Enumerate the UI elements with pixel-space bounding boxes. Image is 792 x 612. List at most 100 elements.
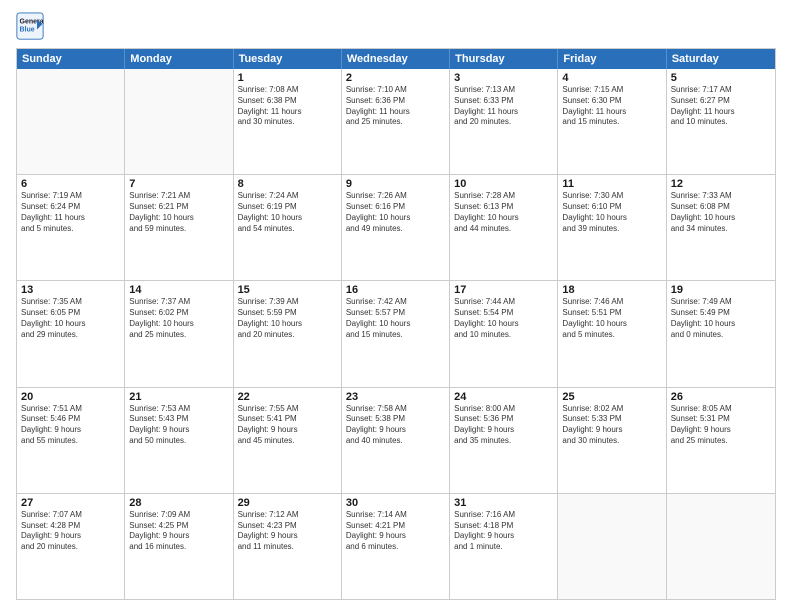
- cell-line: Daylight: 10 hours: [454, 319, 553, 330]
- cell-line: Daylight: 9 hours: [671, 425, 771, 436]
- cell-line: Sunset: 6:10 PM: [562, 202, 661, 213]
- calendar-cell: 23Sunrise: 7:58 AMSunset: 5:38 PMDayligh…: [342, 388, 450, 493]
- day-number: 25: [562, 391, 661, 403]
- calendar-cell: 24Sunrise: 8:00 AMSunset: 5:36 PMDayligh…: [450, 388, 558, 493]
- day-number: 3: [454, 72, 553, 84]
- cell-line: Sunrise: 7:37 AM: [129, 297, 228, 308]
- calendar-row: 20Sunrise: 7:51 AMSunset: 5:46 PMDayligh…: [17, 387, 775, 493]
- cell-line: Daylight: 11 hours: [346, 107, 445, 118]
- cell-line: Sunrise: 7:17 AM: [671, 85, 771, 96]
- cell-line: Daylight: 11 hours: [21, 213, 120, 224]
- day-number: 24: [454, 391, 553, 403]
- day-number: 16: [346, 284, 445, 296]
- day-number: 27: [21, 497, 120, 509]
- day-number: 1: [238, 72, 337, 84]
- cell-line: Sunrise: 7:07 AM: [21, 510, 120, 521]
- cell-line: and 59 minutes.: [129, 224, 228, 235]
- day-number: 8: [238, 178, 337, 190]
- cell-line: and 34 minutes.: [671, 224, 771, 235]
- cell-line: Sunset: 5:51 PM: [562, 308, 661, 319]
- cell-line: Sunset: 6:05 PM: [21, 308, 120, 319]
- header-day: Saturday: [667, 49, 775, 69]
- cell-line: and 29 minutes.: [21, 330, 120, 341]
- cell-line: and 15 minutes.: [562, 117, 661, 128]
- day-number: 28: [129, 497, 228, 509]
- cell-line: and 35 minutes.: [454, 436, 553, 447]
- day-number: 10: [454, 178, 553, 190]
- day-number: 17: [454, 284, 553, 296]
- calendar-cell: 30Sunrise: 7:14 AMSunset: 4:21 PMDayligh…: [342, 494, 450, 599]
- day-number: 21: [129, 391, 228, 403]
- cell-line: Sunset: 6:13 PM: [454, 202, 553, 213]
- cell-line: and 16 minutes.: [129, 542, 228, 553]
- cell-line: Sunset: 5:59 PM: [238, 308, 337, 319]
- calendar-cell: 16Sunrise: 7:42 AMSunset: 5:57 PMDayligh…: [342, 281, 450, 386]
- cell-line: Sunset: 5:38 PM: [346, 414, 445, 425]
- calendar-cell: 21Sunrise: 7:53 AMSunset: 5:43 PMDayligh…: [125, 388, 233, 493]
- cell-line: Sunset: 4:23 PM: [238, 521, 337, 532]
- cell-line: Daylight: 9 hours: [562, 425, 661, 436]
- day-number: 23: [346, 391, 445, 403]
- cell-line: and 1 minute.: [454, 542, 553, 553]
- calendar-cell: 27Sunrise: 7:07 AMSunset: 4:28 PMDayligh…: [17, 494, 125, 599]
- cell-line: Sunrise: 7:10 AM: [346, 85, 445, 96]
- cell-line: Sunset: 6:02 PM: [129, 308, 228, 319]
- cell-line: Sunset: 4:18 PM: [454, 521, 553, 532]
- calendar-cell: 7Sunrise: 7:21 AMSunset: 6:21 PMDaylight…: [125, 175, 233, 280]
- cell-line: and 45 minutes.: [238, 436, 337, 447]
- calendar-cell: 29Sunrise: 7:12 AMSunset: 4:23 PMDayligh…: [234, 494, 342, 599]
- cell-line: and 0 minutes.: [671, 330, 771, 341]
- day-number: 7: [129, 178, 228, 190]
- calendar-cell: 4Sunrise: 7:15 AMSunset: 6:30 PMDaylight…: [558, 69, 666, 174]
- cell-line: Sunset: 5:33 PM: [562, 414, 661, 425]
- cell-line: and 49 minutes.: [346, 224, 445, 235]
- calendar-cell: 5Sunrise: 7:17 AMSunset: 6:27 PMDaylight…: [667, 69, 775, 174]
- cell-line: Daylight: 9 hours: [346, 425, 445, 436]
- day-number: 19: [671, 284, 771, 296]
- cell-line: Daylight: 10 hours: [238, 213, 337, 224]
- calendar-cell: 1Sunrise: 7:08 AMSunset: 6:38 PMDaylight…: [234, 69, 342, 174]
- cell-line: Daylight: 10 hours: [129, 213, 228, 224]
- cell-line: Sunset: 6:24 PM: [21, 202, 120, 213]
- cell-line: and 5 minutes.: [21, 224, 120, 235]
- calendar-cell: 14Sunrise: 7:37 AMSunset: 6:02 PMDayligh…: [125, 281, 233, 386]
- calendar-cell: [125, 69, 233, 174]
- cell-line: Daylight: 9 hours: [454, 425, 553, 436]
- cell-line: Daylight: 9 hours: [129, 531, 228, 542]
- cell-line: and 50 minutes.: [129, 436, 228, 447]
- calendar-cell: 8Sunrise: 7:24 AMSunset: 6:19 PMDaylight…: [234, 175, 342, 280]
- cell-line: Sunset: 5:57 PM: [346, 308, 445, 319]
- cell-line: Daylight: 11 hours: [238, 107, 337, 118]
- cell-line: Sunset: 5:43 PM: [129, 414, 228, 425]
- calendar-cell: [17, 69, 125, 174]
- day-number: 15: [238, 284, 337, 296]
- page: General Blue SundayMondayTuesdayWednesda…: [0, 0, 792, 612]
- cell-line: Sunset: 4:25 PM: [129, 521, 228, 532]
- cell-line: Daylight: 9 hours: [21, 425, 120, 436]
- cell-line: Sunset: 6:21 PM: [129, 202, 228, 213]
- cell-line: Sunrise: 7:42 AM: [346, 297, 445, 308]
- cell-line: Sunrise: 7:16 AM: [454, 510, 553, 521]
- calendar-body: 1Sunrise: 7:08 AMSunset: 6:38 PMDaylight…: [17, 69, 775, 599]
- day-number: 5: [671, 72, 771, 84]
- cell-line: Sunrise: 7:35 AM: [21, 297, 120, 308]
- day-number: 12: [671, 178, 771, 190]
- cell-line: Daylight: 10 hours: [671, 319, 771, 330]
- calendar: SundayMondayTuesdayWednesdayThursdayFrid…: [16, 48, 776, 600]
- day-number: 13: [21, 284, 120, 296]
- day-number: 31: [454, 497, 553, 509]
- cell-line: and 5 minutes.: [562, 330, 661, 341]
- cell-line: Sunrise: 7:33 AM: [671, 191, 771, 202]
- cell-line: and 6 minutes.: [346, 542, 445, 553]
- calendar-cell: 10Sunrise: 7:28 AMSunset: 6:13 PMDayligh…: [450, 175, 558, 280]
- calendar-cell: [558, 494, 666, 599]
- cell-line: Sunrise: 7:12 AM: [238, 510, 337, 521]
- cell-line: Sunrise: 7:46 AM: [562, 297, 661, 308]
- cell-line: Daylight: 10 hours: [238, 319, 337, 330]
- cell-line: Sunset: 6:19 PM: [238, 202, 337, 213]
- calendar-row: 13Sunrise: 7:35 AMSunset: 6:05 PM Dayligh…: [17, 280, 775, 386]
- calendar-cell: [667, 494, 775, 599]
- cell-line: Daylight: 10 hours: [346, 319, 445, 330]
- cell-line: Sunrise: 7:44 AM: [454, 297, 553, 308]
- cell-line: Sunrise: 7:30 AM: [562, 191, 661, 202]
